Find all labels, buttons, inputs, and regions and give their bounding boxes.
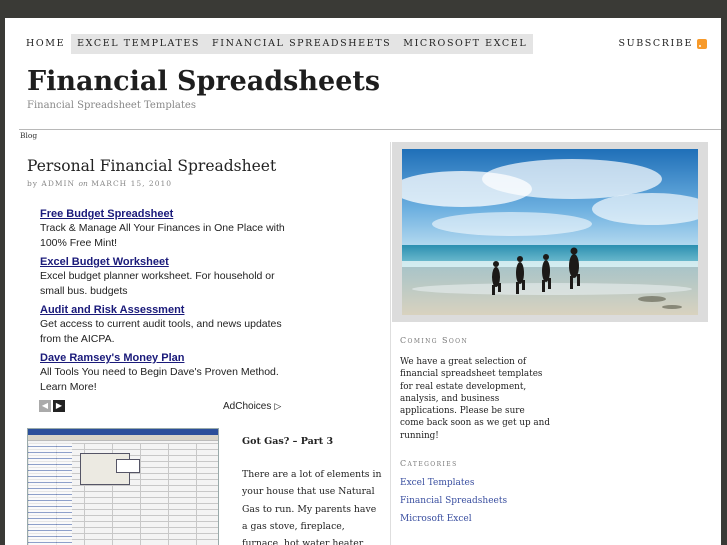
ad-text: Get access to current audit tools, and n… <box>40 318 282 345</box>
header-divider <box>19 129 721 130</box>
nav-home[interactable]: HOME <box>21 34 72 54</box>
site-title[interactable]: Financial Spreadsheets <box>27 66 380 97</box>
coming-soon-heading: Coming Soon <box>400 336 469 345</box>
thumb-dialog-inner <box>116 459 140 473</box>
nav-microsoft-excel[interactable]: MICROSOFT EXCEL <box>397 34 534 54</box>
page: HOME EXCEL TEMPLATES FINANCIAL SPREADSHE… <box>5 18 721 545</box>
ad-title[interactable]: Excel Budget Worksheet <box>40 255 285 269</box>
coming-soon-text: We have a great selection of financial s… <box>400 357 550 441</box>
site-tagline: Financial Spreadsheet Templates <box>27 100 196 111</box>
ad-text: Excel budget planner worksheet. For hous… <box>40 270 275 297</box>
post-title[interactable]: Personal Financial Spreadsheet <box>27 157 276 175</box>
adchoices-label: AdChoices <box>223 401 272 412</box>
ad-unit[interactable]: Audit and Risk Assessment Get access to … <box>40 303 285 347</box>
ad-title[interactable]: Dave Ramsey's Money Plan <box>40 351 285 365</box>
ad-unit[interactable]: Dave Ramsey's Money Plan All Tools You n… <box>40 351 285 395</box>
spreadsheet-thumbnail[interactable] <box>27 428 219 545</box>
ad-title[interactable]: Free Budget Spreadsheet <box>40 207 285 221</box>
category-financial-spreadsheets[interactable]: Financial Spreadsheets <box>400 496 507 506</box>
nav-financial-spreadsheets[interactable]: FINANCIAL SPREADSHEETS <box>206 34 398 54</box>
category-excel-templates[interactable]: Excel Templates <box>400 478 474 488</box>
ad-text: All Tools You need to Begin Dave's Prove… <box>40 366 279 393</box>
adchoices-link[interactable]: AdChoices ▷ <box>223 401 281 412</box>
subscribe-link[interactable]: SUBSCRIBE <box>618 34 707 54</box>
post-meta-on: on <box>78 179 88 188</box>
ad-unit[interactable]: Excel Budget Worksheet Excel budget plan… <box>40 255 285 299</box>
post-date: MARCH 15, 2010 <box>91 179 173 188</box>
adchoices-icon: ▷ <box>274 401 282 411</box>
ad-title[interactable]: Audit and Risk Assessment <box>40 303 285 317</box>
rss-icon[interactable] <box>697 39 707 49</box>
thumb-column <box>28 443 72 545</box>
categories-heading: Categories <box>400 459 458 468</box>
post2-title[interactable]: Got Gas? – Part 3 <box>242 436 333 447</box>
thumb-menubar <box>28 435 218 441</box>
post-meta: by ADMIN on MARCH 15, 2010 <box>27 179 172 188</box>
breadcrumb[interactable]: Blog <box>20 131 37 140</box>
ad-unit[interactable]: Free Budget Spreadsheet Track & Manage A… <box>40 207 285 251</box>
subscribe-label: SUBSCRIBE <box>618 38 693 49</box>
ad-text: Track & Manage All Your Finances in One … <box>40 222 285 249</box>
sidebar: Coming Soon We have a great selection of… <box>390 142 712 545</box>
category-microsoft-excel[interactable]: Microsoft Excel <box>400 514 472 524</box>
main-nav: HOME EXCEL TEMPLATES FINANCIAL SPREADSHE… <box>21 34 534 54</box>
ad-block: Free Budget Spreadsheet Track & Manage A… <box>40 207 285 399</box>
ad-pager: ◀ ▶ <box>39 400 65 412</box>
ad-next-icon[interactable]: ▶ <box>53 400 65 412</box>
nav-excel-templates[interactable]: EXCEL TEMPLATES <box>71 34 207 54</box>
post2-body: There are a lot of elements in your hous… <box>242 469 382 545</box>
post-author[interactable]: by ADMIN <box>27 179 75 188</box>
beach-runners-image <box>402 149 698 315</box>
ad-prev-icon[interactable]: ◀ <box>39 400 51 412</box>
photo-frame <box>392 142 708 322</box>
